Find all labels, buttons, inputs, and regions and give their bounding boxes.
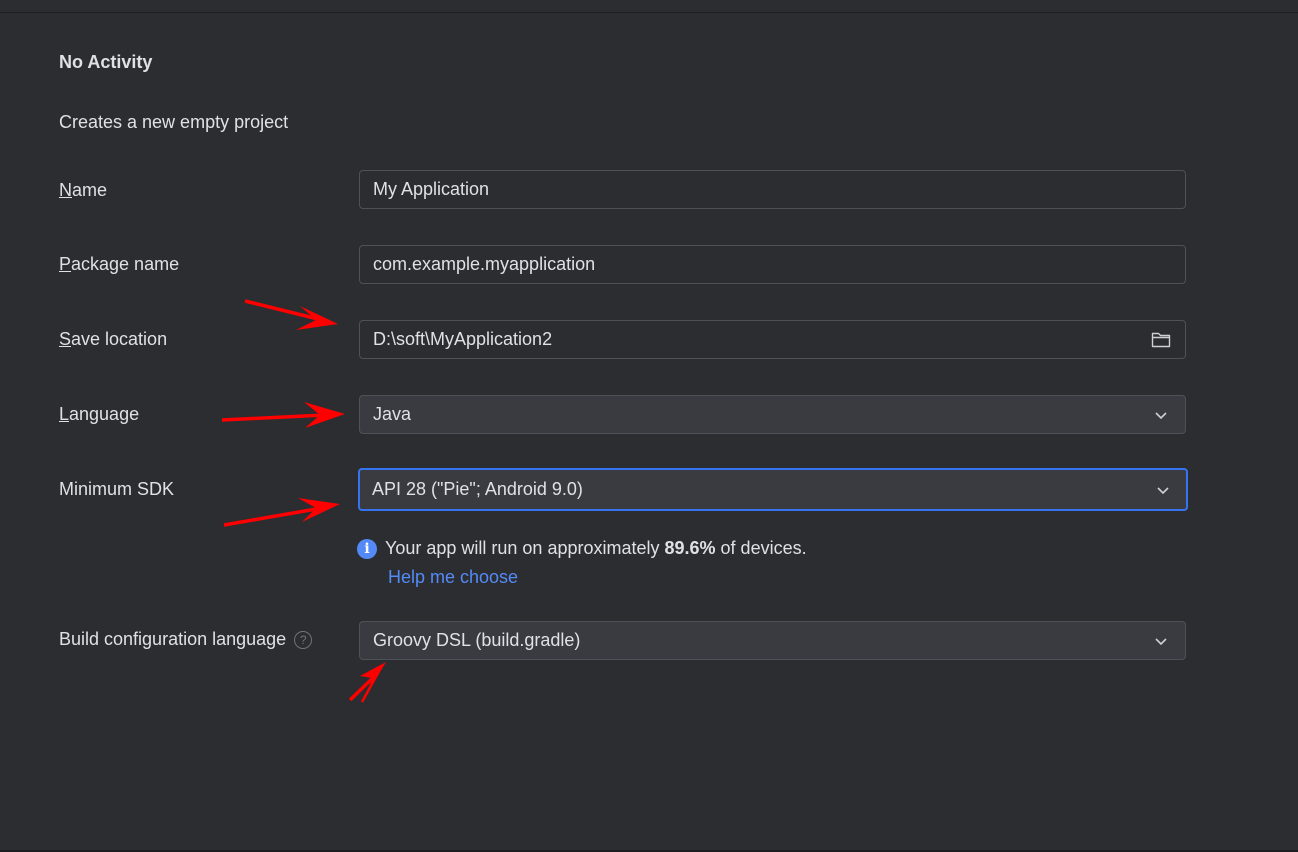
build-config-select-value: Groovy DSL (build.gradle) [373,630,581,650]
chevron-down-icon [1150,404,1172,426]
save-location-input-value: D:\soft\MyApplication2 [373,329,553,349]
help-me-choose-link[interactable]: Help me choose [388,567,518,588]
language-select[interactable]: Java [359,395,1186,434]
package-name-input-value: com.example.myapplication [373,254,596,274]
name-input[interactable]: My Application [359,170,1186,209]
annotation-arrow-save-location [244,299,338,330]
minimum-sdk-select[interactable]: API 28 ("Pie"; Android 9.0) [358,468,1188,511]
sdk-coverage-text-after: of devices. [715,538,807,558]
language-label-rest: anguage [69,404,140,424]
template-description: Creates a new empty project [59,112,289,132]
chevron-down-icon [1152,479,1174,501]
build-config-label: Build configuration language? [59,629,313,650]
package-name-label-mnemonic: P [59,254,72,274]
page-title: No Activity [59,52,153,72]
build-config-select[interactable]: Groovy DSL (build.gradle) [359,621,1186,660]
annotation-arrow-build-config [348,662,386,703]
sdk-coverage-info: i Your app will run on approximately 89.… [357,538,807,559]
top-divider [0,12,1298,13]
minimum-sdk-label: Minimum SDK [59,479,175,499]
package-name-label-rest: ackage name [71,254,180,274]
info-icon: i [357,538,377,559]
package-name-input[interactable]: com.example.myapplication [359,245,1186,284]
package-name-label: Package name [59,254,179,275]
name-input-value: My Application [373,179,490,199]
build-config-label-text: Build configuration language [59,629,287,649]
name-label-rest: ame [72,180,108,200]
chevron-down-icon [1150,630,1172,652]
save-location-label-mnemonic: S [59,329,72,349]
language-label: Language [59,404,139,425]
language-select-value: Java [373,404,412,424]
annotation-arrow-minimum-sdk [223,498,340,527]
annotation-arrow-language [221,402,345,428]
save-location-label: Save location [59,329,167,350]
question-mark-icon[interactable]: ? [294,631,313,649]
save-location-input[interactable]: D:\soft\MyApplication2 [359,320,1186,359]
new-project-dialog: No Activity Creates a new empty project … [0,0,1298,852]
sdk-coverage-percent: 89.6% [664,538,716,558]
minimum-sdk-select-value: API 28 ("Pie"; Android 9.0) [372,479,583,499]
sdk-coverage-text-before: Your app will run on approximately [385,538,665,558]
language-label-mnemonic: L [59,404,70,424]
name-label: Name [59,180,107,201]
folder-icon[interactable] [1150,329,1172,351]
save-location-label-rest: ave location [71,329,168,349]
name-label-mnemonic: N [59,180,72,200]
